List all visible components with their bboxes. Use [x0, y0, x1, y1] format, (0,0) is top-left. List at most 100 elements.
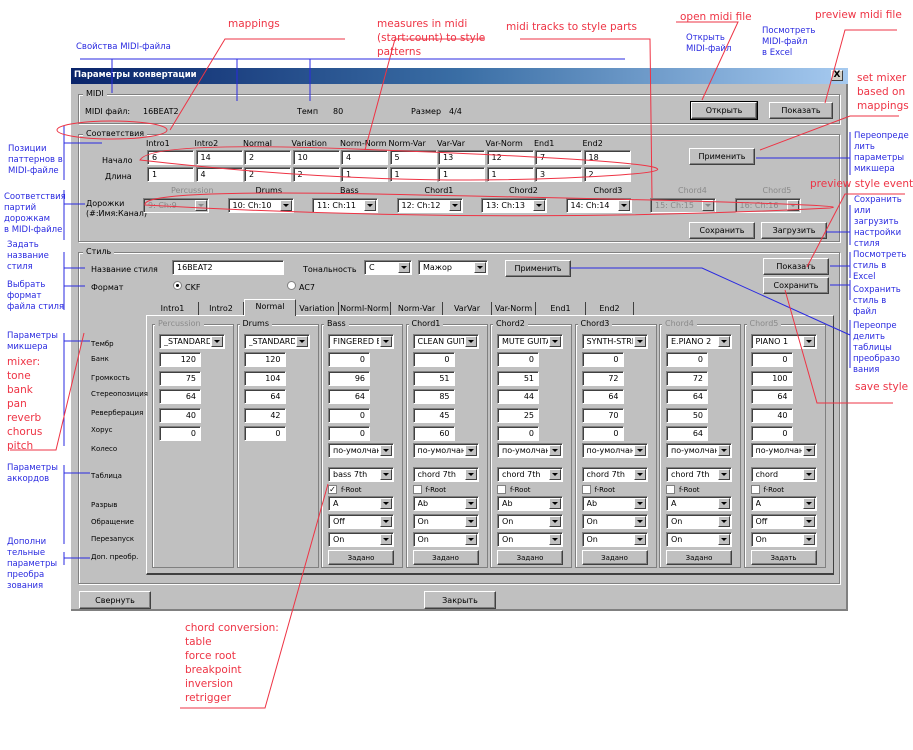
- chevron-down-icon[interactable]: [549, 498, 561, 509]
- chevron-down-icon[interactable]: [464, 516, 477, 527]
- chevron-down-icon[interactable]: [380, 336, 392, 347]
- chevron-down-icon[interactable]: [380, 445, 392, 456]
- volume-input[interactable]: 51: [497, 370, 539, 386]
- table-select[interactable]: chord 7th: [666, 467, 732, 482]
- volume-input[interactable]: 72: [666, 370, 708, 386]
- open-midi-button[interactable]: Открыть: [690, 101, 758, 120]
- extra-conversion-button[interactable]: Задано: [581, 550, 648, 565]
- chevron-down-icon[interactable]: [802, 498, 815, 509]
- start-input[interactable]: 10: [292, 150, 340, 165]
- volume-input[interactable]: 100: [750, 370, 793, 386]
- start-input[interactable]: 6: [147, 150, 194, 165]
- reverb-input[interactable]: 45: [412, 407, 455, 423]
- tab-varvar[interactable]: VarVar: [443, 302, 492, 316]
- tone-select[interactable]: _STANDARD: [243, 334, 310, 349]
- chevron-down-icon[interactable]: [549, 516, 561, 527]
- tone-select[interactable]: E.PIANO 2: [666, 334, 732, 349]
- chevron-down-icon[interactable]: [464, 498, 477, 509]
- tab-end2[interactable]: End2: [586, 302, 634, 316]
- chevron-down-icon[interactable]: [549, 469, 561, 480]
- chevron-down-icon[interactable]: [464, 469, 477, 480]
- start-input[interactable]: 4: [341, 150, 388, 165]
- extra-conversion-button[interactable]: Задать: [750, 550, 817, 565]
- chevron-down-icon[interactable]: [364, 200, 376, 211]
- bank-input[interactable]: 0: [666, 352, 708, 367]
- chevron-down-icon[interactable]: [802, 534, 815, 545]
- chorus-input[interactable]: 0: [581, 426, 624, 441]
- load-settings-button[interactable]: Загрузить: [761, 222, 827, 239]
- pan-input[interactable]: 64: [159, 389, 201, 404]
- chevron-down-icon[interactable]: [802, 516, 815, 527]
- chevron-down-icon[interactable]: [802, 469, 815, 480]
- format-radio-ckf[interactable]: [173, 281, 182, 290]
- track-select[interactable]: 12: Ch:12: [396, 198, 463, 213]
- tab-intro2[interactable]: Intro2: [199, 302, 244, 316]
- chorus-input[interactable]: 64: [666, 426, 708, 441]
- table-select[interactable]: chord 7th: [497, 467, 563, 482]
- froot-checkbox[interactable]: [581, 485, 591, 494]
- length-input[interactable]: 1: [341, 167, 388, 182]
- chevron-down-icon[interactable]: [211, 336, 223, 347]
- reverb-input[interactable]: 25: [497, 407, 539, 423]
- break-select[interactable]: Ab: [412, 496, 479, 511]
- length-input[interactable]: 4: [195, 167, 243, 182]
- collapse-button[interactable]: Свернуть: [79, 591, 151, 609]
- track-select[interactable]: 9: Ch:9: [143, 198, 209, 213]
- pan-input[interactable]: 85: [412, 389, 455, 404]
- break-select[interactable]: A: [666, 496, 732, 511]
- extra-conversion-button[interactable]: Задано: [328, 550, 394, 565]
- bank-input[interactable]: 120: [243, 352, 286, 367]
- track-select[interactable]: 14: Ch:14: [565, 198, 632, 213]
- froot-checkbox[interactable]: [666, 485, 675, 494]
- chevron-down-icon[interactable]: [633, 498, 646, 509]
- tab-intro1[interactable]: Intro1: [147, 302, 199, 316]
- track-select[interactable]: 13: Ch:13: [481, 198, 547, 213]
- track-select[interactable]: 15: Ch:15: [650, 198, 716, 213]
- wheel-select[interactable]: по-умолчани: [581, 443, 648, 458]
- bank-input[interactable]: 0: [750, 352, 793, 367]
- chevron-down-icon[interactable]: [279, 200, 292, 211]
- start-input[interactable]: 5: [389, 150, 437, 165]
- chorus-input[interactable]: 0: [750, 426, 793, 441]
- break-select[interactable]: Ab: [497, 496, 563, 511]
- reverb-input[interactable]: 40: [159, 407, 201, 423]
- length-input[interactable]: 1: [389, 167, 437, 182]
- retrigger-select[interactable]: On: [412, 532, 479, 547]
- chevron-down-icon[interactable]: [474, 262, 486, 273]
- chevron-down-icon[interactable]: [533, 200, 545, 211]
- tab-normal[interactable]: Normal: [244, 299, 296, 316]
- table-select[interactable]: chord 7th: [412, 467, 479, 482]
- break-select[interactable]: A: [328, 496, 394, 511]
- length-input[interactable]: 1: [486, 167, 534, 182]
- track-select[interactable]: 10: Ch:10: [227, 198, 294, 213]
- chevron-down-icon[interactable]: [464, 534, 477, 545]
- chorus-input[interactable]: 0: [328, 426, 370, 441]
- tone-select[interactable]: MUTE GUITA: [497, 334, 563, 349]
- table-select[interactable]: chord 7th: [581, 467, 648, 482]
- inversion-select[interactable]: On: [666, 514, 732, 529]
- volume-input[interactable]: 104: [243, 370, 286, 386]
- chevron-down-icon[interactable]: [380, 469, 392, 480]
- reverb-input[interactable]: 50: [666, 407, 708, 423]
- bank-input[interactable]: 0: [581, 352, 624, 367]
- length-input[interactable]: 3: [535, 167, 582, 182]
- start-input[interactable]: 2: [244, 150, 291, 165]
- tone-select[interactable]: SYNTH-STRI: [581, 334, 648, 349]
- froot-checkbox[interactable]: ✓: [328, 485, 337, 494]
- chevron-down-icon[interactable]: [718, 516, 730, 527]
- volume-input[interactable]: 75: [159, 370, 201, 386]
- volume-input[interactable]: 96: [328, 370, 370, 386]
- froot-checkbox[interactable]: [750, 485, 760, 494]
- track-select[interactable]: 11: Ch:11: [312, 198, 378, 213]
- wheel-select[interactable]: по-умолчани: [666, 443, 732, 458]
- chevron-down-icon[interactable]: [549, 534, 561, 545]
- chevron-down-icon[interactable]: [617, 200, 630, 211]
- chevron-down-icon[interactable]: [633, 534, 646, 545]
- retrigger-select[interactable]: On: [328, 532, 394, 547]
- apply-mixer-button[interactable]: Применить: [689, 148, 755, 165]
- style-name-input[interactable]: 16BEAT2: [172, 260, 284, 275]
- reverb-input[interactable]: 40: [750, 407, 793, 423]
- retrigger-select[interactable]: On: [497, 532, 563, 547]
- wheel-select[interactable]: по-умолчани: [412, 443, 479, 458]
- reverb-input[interactable]: 42: [243, 407, 286, 423]
